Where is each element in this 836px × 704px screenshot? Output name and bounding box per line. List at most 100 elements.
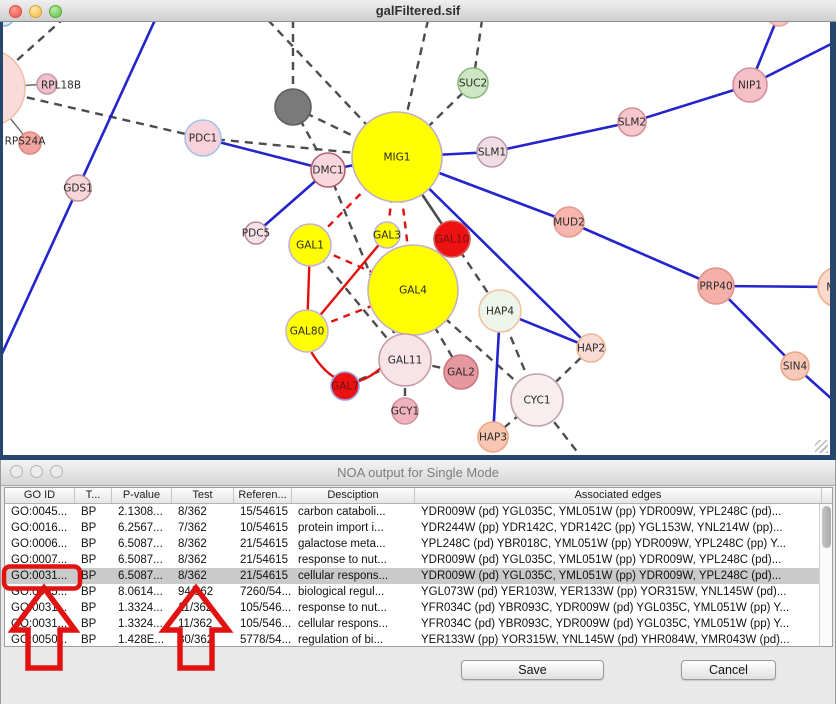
column-header-description[interactable]: Desciption (292, 488, 415, 503)
table-header-row[interactable]: GO IDT...P-valueTestReferen...Desciption… (5, 488, 832, 504)
cell-go_id[interactable]: GO:0031... (5, 568, 75, 584)
cell-type[interactable]: BP (75, 520, 112, 536)
cell-p_value[interactable]: 1.428E... (112, 632, 172, 647)
cell-description[interactable]: regulation of bi... (292, 632, 415, 647)
cell-go_id[interactable]: GO:0031... (5, 616, 75, 632)
cell-type[interactable]: BP (75, 616, 112, 632)
cell-reference[interactable]: 10/54615 (234, 520, 292, 536)
cell-p_value[interactable]: 1.3324... (112, 616, 172, 632)
cell-edges[interactable]: YDR009W (pd) YGL035C, YML051W (pp) YDR00… (415, 568, 822, 584)
network-canvas[interactable]: RPL18BRPS24AGDS1PDC1DMC1MIG1SUC2SLM1SLM2… (3, 22, 830, 455)
cell-edges[interactable]: YDR009W (pd) YGL035C, YML051W (pp) YDR00… (415, 504, 822, 520)
cell-test[interactable]: 7/362 (172, 520, 234, 536)
table-row[interactable]: GO:0031...BP1.3324...11/362105/546...res… (5, 600, 819, 616)
cell-reference[interactable]: 105/546... (234, 600, 292, 616)
cell-reference[interactable]: 5778/54... (234, 632, 292, 647)
results-table[interactable]: GO IDT...P-valueTestReferen...Desciption… (4, 487, 833, 647)
cell-go_id[interactable]: GO:0031... (5, 600, 75, 616)
cancel-button[interactable]: Cancel (681, 660, 776, 680)
edge-MUD2-PRP40[interactable] (569, 222, 716, 286)
cell-type[interactable]: BP (75, 632, 112, 647)
column-header-p_value[interactable]: P-value (112, 488, 172, 503)
cell-type[interactable]: BP (75, 504, 112, 520)
cell-type[interactable]: BP (75, 536, 112, 552)
save-button[interactable]: Save (461, 660, 604, 680)
cell-edges[interactable]: YGL073W (pd) YER103W, YER133W (pp) YOR31… (415, 584, 822, 600)
cell-reference[interactable]: 15/54615 (234, 504, 292, 520)
cell-reference[interactable]: 21/54615 (234, 552, 292, 568)
table-row[interactable]: GO:0016...BP6.2567...7/36210/54615protei… (5, 520, 819, 536)
cell-edges[interactable]: YDR009W (pd) YGL035C, YML051W (pp) YDR00… (415, 552, 822, 568)
cell-description[interactable]: galactose meta... (292, 536, 415, 552)
vertical-scrollbar[interactable] (819, 504, 832, 646)
cell-reference[interactable]: 21/54615 (234, 536, 292, 552)
table-row[interactable]: GO:0031...BP6.5087...8/36221/54615cellul… (5, 568, 819, 584)
node-corner_tl[interactable] (3, 22, 14, 26)
cell-description[interactable]: biological regul... (292, 584, 415, 600)
cell-p_value[interactable]: 6.5087... (112, 552, 172, 568)
scrollbar-thumb[interactable] (822, 506, 831, 548)
noa-window-titlebar[interactable]: NOA output for Single Mode (1, 460, 835, 486)
cell-description[interactable]: cellular respons... (292, 568, 415, 584)
network-window-titlebar[interactable]: galFiltered.sif (0, 0, 836, 22)
table-row[interactable]: GO:0007...BP6.5087...8/36221/54615respon… (5, 552, 819, 568)
edge-SLM2-NIP1[interactable] (632, 85, 750, 122)
cell-reference[interactable]: 7260/54... (234, 584, 292, 600)
cell-type[interactable]: BP (75, 568, 112, 584)
cell-p_value[interactable]: 8.0614... (112, 584, 172, 600)
node-topnode[interactable] (767, 22, 791, 26)
table-body[interactable]: GO:0045...BP2.1308...8/36215/54615carbon… (5, 504, 819, 646)
table-row[interactable]: GO:0006...BP6.5087...8/36221/54615galact… (5, 536, 819, 552)
table-row[interactable]: GO:0050...BP1.428E...80/3625778/54...reg… (5, 632, 819, 647)
cell-edges[interactable]: YPL248C (pd) YBR018C, YML051W (pp) YDR00… (415, 536, 822, 552)
table-row[interactable]: GO:0045...BP2.1308...8/36215/54615carbon… (5, 504, 819, 520)
cell-edges[interactable]: YFR034C (pd) YBR093C, YDR009W (pd) YGL03… (415, 616, 822, 632)
cell-description[interactable]: cellular respons... (292, 616, 415, 632)
cell-go_id[interactable]: GO:0007... (5, 552, 75, 568)
node-label-GCY1: GCY1 (391, 406, 419, 418)
resize-grip[interactable] (815, 440, 828, 453)
cell-p_value[interactable]: 6.5087... (112, 568, 172, 584)
table-row[interactable]: GO:0031...BP1.3324...11/362105/546...cel… (5, 616, 819, 632)
network-graph[interactable]: RPL18BRPS24AGDS1PDC1DMC1MIG1SUC2SLM1SLM2… (3, 22, 830, 455)
cell-p_value[interactable]: 6.2567... (112, 520, 172, 536)
cell-test[interactable]: 8/362 (172, 536, 234, 552)
table-row[interactable]: GO:0065...BP8.0614...94/3627260/54...bio… (5, 584, 819, 600)
cell-edges[interactable]: YFR034C (pd) YBR093C, YDR009W (pd) YGL03… (415, 600, 822, 616)
cell-p_value[interactable]: 2.1308... (112, 504, 172, 520)
cell-reference[interactable]: 105/546... (234, 616, 292, 632)
cell-p_value[interactable]: 1.3324... (112, 600, 172, 616)
cell-description[interactable]: response to nut... (292, 600, 415, 616)
node-graynode[interactable] (275, 89, 311, 125)
cell-go_id[interactable]: GO:0045... (5, 504, 75, 520)
cell-go_id[interactable]: GO:0006... (5, 536, 75, 552)
cell-test[interactable]: 8/362 (172, 568, 234, 584)
cell-test[interactable]: 11/362 (172, 600, 234, 616)
edge-SLM1-SLM2[interactable] (492, 122, 632, 152)
cell-description[interactable]: carbon cataboli... (292, 504, 415, 520)
cell-type[interactable]: BP (75, 600, 112, 616)
column-header-reference[interactable]: Referen... (234, 488, 292, 503)
column-header-test[interactable]: Test (172, 488, 234, 503)
cell-description[interactable]: protein import i... (292, 520, 415, 536)
cell-edges[interactable]: YDR244W (pp) YDR142C, YDR142C (pp) YGL15… (415, 520, 822, 536)
cell-reference[interactable]: 21/54615 (234, 568, 292, 584)
cell-test[interactable]: 11/362 (172, 616, 234, 632)
column-header-type[interactable]: T... (75, 488, 112, 503)
node-bigleft[interactable] (3, 49, 25, 127)
cell-edges[interactable]: YER133W (pp) YOR315W, YNL145W (pd) YHR08… (415, 632, 822, 647)
edge-PDC1-DMC1[interactable] (203, 138, 328, 170)
cell-go_id[interactable]: GO:0016... (5, 520, 75, 536)
cell-description[interactable]: response to nut... (292, 552, 415, 568)
cell-go_id[interactable]: GO:0050... (5, 632, 75, 647)
cell-test[interactable]: 80/362 (172, 632, 234, 647)
cell-go_id[interactable]: GO:0065... (5, 584, 75, 600)
cell-type[interactable]: BP (75, 584, 112, 600)
cell-test[interactable]: 8/362 (172, 504, 234, 520)
cell-p_value[interactable]: 6.5087... (112, 536, 172, 552)
cell-test[interactable]: 8/362 (172, 552, 234, 568)
cell-test[interactable]: 94/362 (172, 584, 234, 600)
column-header-edges[interactable]: Associated edges (415, 488, 822, 503)
cell-type[interactable]: BP (75, 552, 112, 568)
column-header-go_id[interactable]: GO ID (5, 488, 75, 503)
